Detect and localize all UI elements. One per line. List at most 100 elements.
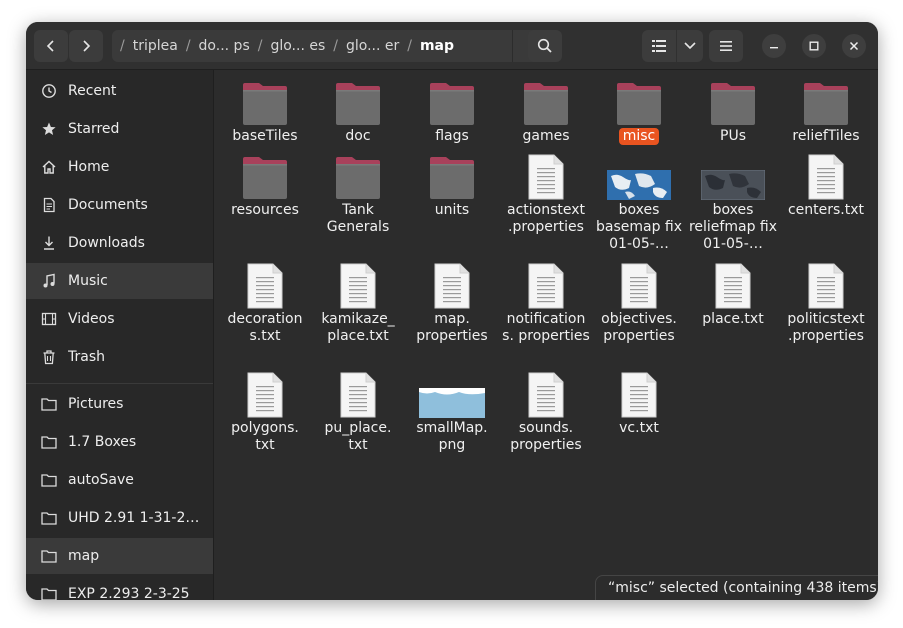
text-file-icon — [594, 261, 684, 309]
file-item[interactable]: smallMap. png — [407, 370, 497, 454]
folder-item[interactable]: misc — [594, 78, 684, 145]
file-name-label: map. properties — [416, 311, 488, 344]
breadcrumb-item[interactable]: glo... er — [340, 38, 405, 54]
file-name-label: games — [522, 128, 570, 144]
hamburger-icon — [720, 41, 732, 51]
file-name-label: kamikaze_ place.txt — [321, 311, 395, 344]
sidebar-bookmark[interactable]: Pictures — [26, 386, 213, 422]
breadcrumb-item[interactable]: triplea — [127, 38, 184, 54]
folder-item[interactable]: baseTiles — [220, 78, 310, 145]
file-item[interactable]: kamikaze_ place.txt — [313, 261, 403, 345]
chevron-right-icon — [83, 40, 91, 52]
breadcrumb-item[interactable]: glo... es — [264, 38, 331, 54]
sidebar-bookmark[interactable]: 1.7 Boxes — [26, 424, 213, 460]
view-mode-button[interactable] — [642, 30, 676, 62]
back-button[interactable] — [34, 30, 68, 62]
sidebar-item-downloads[interactable]: Downloads — [26, 225, 213, 261]
sidebar-item-label: Recent — [68, 83, 117, 99]
file-name-label: vc.txt — [619, 420, 659, 436]
sidebar-item-videos[interactable]: Videos — [26, 301, 213, 337]
file-name-label: units — [434, 202, 470, 218]
text-file-icon — [688, 261, 778, 309]
maximize-icon — [809, 41, 819, 51]
sidebar-item-recent[interactable]: Recent — [26, 73, 213, 109]
folder-icon — [40, 585, 58, 600]
view-options-dropdown[interactable] — [677, 30, 703, 62]
file-name-label: misc — [618, 128, 660, 145]
folder-item[interactable]: doc — [313, 78, 403, 145]
sidebar-item-trash[interactable]: Trash — [26, 339, 213, 375]
folder-icon — [40, 471, 58, 489]
sidebar-bookmark[interactable]: EXP 2.293 2-3-25 — [26, 576, 213, 600]
search-button[interactable] — [528, 30, 562, 62]
text-file-icon — [501, 261, 591, 309]
file-item[interactable]: objectives. properties — [594, 261, 684, 345]
folder-icon — [40, 395, 58, 413]
folder-icon — [781, 78, 871, 126]
sidebar-item-label: Starred — [68, 121, 120, 137]
film-icon — [40, 310, 58, 328]
folder-icon — [313, 78, 403, 126]
sidebar-item-label: Videos — [68, 311, 115, 327]
file-item[interactable]: politicstext .properties — [781, 261, 871, 345]
file-name-label: place.txt — [702, 311, 764, 327]
text-file-icon — [220, 370, 310, 418]
text-file-icon — [594, 370, 684, 418]
file-item[interactable]: map. properties — [407, 261, 497, 345]
file-name-label: boxes basemap fix 01-05-… — [595, 202, 683, 252]
star-icon — [40, 120, 58, 138]
sidebar-bookmark[interactable]: autoSave — [26, 462, 213, 498]
folder-item[interactable]: PUs — [688, 78, 778, 145]
file-name-label: flags — [435, 128, 469, 144]
folder-item[interactable]: units — [407, 152, 497, 219]
breadcrumb-current[interactable]: map — [414, 38, 460, 54]
folder-icon — [688, 78, 778, 126]
breadcrumb-item[interactable]: do... ps — [193, 38, 256, 54]
document-icon — [40, 196, 58, 214]
sidebar-item-documents[interactable]: Documents — [26, 187, 213, 223]
minimize-icon — [770, 47, 778, 49]
file-item[interactable]: vc.txt — [594, 370, 684, 437]
file-item[interactable]: place.txt — [688, 261, 778, 328]
minimize-button[interactable] — [762, 34, 786, 58]
folder-item[interactable]: Tank Generals — [313, 152, 403, 236]
file-item[interactable]: boxes basemap fix 01-05-… — [594, 152, 684, 253]
file-name-label: Tank Generals — [326, 202, 390, 235]
folder-item[interactable]: resources — [220, 152, 310, 219]
text-file-icon — [781, 261, 871, 309]
file-item[interactable]: actionstext .properties — [501, 152, 591, 236]
sidebar-item-starred[interactable]: Starred — [26, 111, 213, 147]
sidebar-item-label: UHD 2.91 1-31-24 … — [68, 510, 208, 526]
close-icon — [849, 41, 859, 51]
sidebar: Recent Starred Home Documents Downloads … — [26, 70, 214, 600]
folder-item[interactable]: flags — [407, 78, 497, 145]
text-file-icon — [313, 261, 403, 309]
list-view-icon — [652, 40, 666, 52]
main-menu-button[interactable] — [709, 30, 743, 62]
sidebar-item-label: Music — [68, 273, 108, 289]
file-item[interactable]: boxes reliefmap fix 01-05-… — [688, 152, 778, 253]
chevron-left-icon — [46, 40, 54, 52]
folder-item[interactable]: reliefTiles — [781, 78, 871, 145]
folder-item[interactable]: games — [501, 78, 591, 145]
sidebar-item-home[interactable]: Home — [26, 149, 213, 185]
close-button[interactable] — [842, 34, 866, 58]
maximize-button[interactable] — [802, 34, 826, 58]
file-name-label: doc — [345, 128, 371, 144]
forward-button[interactable] — [69, 30, 103, 62]
file-item[interactable]: decoration s.txt — [220, 261, 310, 345]
file-item[interactable]: pu_place. txt — [313, 370, 403, 454]
file-name-label: polygons. txt — [231, 420, 299, 453]
image-thumbnail-icon — [594, 152, 684, 200]
folder-icon — [407, 78, 497, 126]
sidebar-item-music[interactable]: Music — [26, 263, 213, 299]
file-name-label: centers.txt — [787, 202, 865, 218]
file-item[interactable]: centers.txt — [781, 152, 871, 219]
sidebar-bookmark[interactable]: UHD 2.91 1-31-24 … — [26, 500, 213, 536]
folder-icon — [40, 547, 58, 565]
file-item[interactable]: sounds. properties — [501, 370, 591, 454]
file-item[interactable]: notification s. properties — [501, 261, 591, 345]
file-item[interactable]: polygons. txt — [220, 370, 310, 454]
sidebar-item-label: 1.7 Boxes — [68, 434, 137, 450]
sidebar-bookmark-active[interactable]: map — [26, 538, 213, 574]
